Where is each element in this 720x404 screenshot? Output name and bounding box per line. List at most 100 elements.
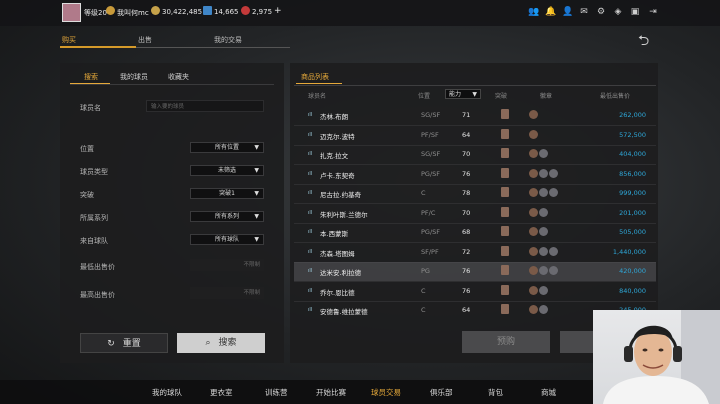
- player-name-label: 球员名: [80, 104, 101, 112]
- player-name-cell: 杰林.布朗: [320, 113, 349, 121]
- breakthrough-icon: [501, 128, 509, 139]
- mail-icon[interactable]: ✉: [579, 7, 589, 17]
- player-rating-cell: 76: [462, 267, 471, 275]
- table-row[interactable]: ıll 迈克尔.波特 PF/SF 64 572,500: [294, 126, 656, 145]
- badge-icon: [539, 266, 548, 275]
- tab-sell[interactable]: 出售: [138, 35, 152, 45]
- badge-icon: [529, 168, 538, 178]
- username: 我叫何mc: [117, 9, 149, 17]
- people-icon[interactable]: 👥: [528, 7, 539, 17]
- col-player-name: 球员名: [308, 93, 327, 100]
- player-name-cell: 安德鲁.维拉蒙德: [320, 308, 368, 316]
- group-icon[interactable]: 👤: [562, 7, 573, 17]
- gold-coin-icon: [151, 6, 160, 15]
- nav-backpack[interactable]: 背包: [488, 387, 503, 398]
- team-select-value: 所有球队: [214, 236, 239, 243]
- chevron-down-icon: ▼: [254, 167, 259, 174]
- player-rating-cell: 76: [462, 286, 471, 295]
- list-header-divider: [294, 85, 656, 86]
- breakthrough-icon: [501, 245, 509, 256]
- reset-button[interactable]: ↻ 重置: [80, 333, 168, 353]
- player-price-cell: 201,000: [619, 208, 646, 217]
- player-name-input[interactable]: 输入要的球员: [146, 100, 264, 112]
- table-row[interactable]: ıll 扎克.拉文 SG/SF 70 404,000: [294, 145, 656, 164]
- breakthrough-select[interactable]: 突破1 ▼: [190, 188, 264, 199]
- player-name-cell: 乔尔.恩比德: [320, 288, 355, 297]
- table-row[interactable]: ıll 乔尔.恩比德 C 76 840,000: [294, 282, 656, 301]
- badge-icon: [529, 305, 538, 314]
- player-name-cell: 迈克尔.波特: [320, 132, 355, 141]
- table-row[interactable]: ıll 尼古拉.约基奇 C 78 999,000: [294, 184, 656, 203]
- tab-my-players[interactable]: 我的球员: [120, 72, 148, 82]
- table-row[interactable]: ıll 达米安.利拉德 PG 76 420,000: [294, 262, 656, 281]
- nav-start-game[interactable]: 开始比赛: [316, 387, 346, 398]
- tab-my-trades[interactable]: 我的交易: [214, 35, 242, 45]
- badge-icon: [529, 129, 538, 139]
- badge-icon: [529, 227, 538, 236]
- nav-store[interactable]: 商城: [541, 387, 556, 398]
- max-price-input[interactable]: 不限制: [190, 287, 264, 299]
- mail-alt-icon[interactable]: ▣: [630, 7, 640, 17]
- player-rating-cell: 64: [462, 306, 471, 314]
- player-price-cell: 856,000: [619, 169, 646, 178]
- badge-chips: [529, 168, 559, 179]
- table-row[interactable]: ıll 朱利叶斯.兰德尔 PF/C 70 201,000: [294, 204, 656, 223]
- badge-icon: [539, 305, 548, 314]
- chevron-down-icon: ▼: [254, 213, 259, 220]
- search-button[interactable]: ⌕ 搜索: [177, 333, 265, 353]
- breakthrough-icon: [501, 265, 509, 275]
- badge-chips: [529, 149, 549, 159]
- add-currency-button[interactable]: +: [274, 6, 282, 16]
- nav-locker-room[interactable]: 更衣室: [210, 387, 233, 398]
- table-row[interactable]: ıll 卢卡.东契奇 PG/SF 76 856,000: [294, 165, 656, 184]
- red-amount: 2,975: [252, 8, 273, 16]
- signal-icon: ıll: [308, 131, 313, 138]
- table-row[interactable]: ıll 本.西蒙斯 PG/SF 68 505,000: [294, 223, 656, 242]
- position-select[interactable]: 所有位置 ▼: [190, 142, 264, 153]
- nav-player-trade[interactable]: 球员交易: [371, 387, 401, 398]
- gear-icon[interactable]: ⚙: [596, 7, 606, 17]
- player-rating-cell: 64: [462, 130, 471, 139]
- tab-favorites[interactable]: 收藏夹: [168, 72, 189, 82]
- streamer-image: [603, 310, 720, 404]
- breakthrough-icon: [501, 109, 509, 119]
- breakthrough-icon: [501, 206, 509, 217]
- player-position-cell: PG/SF: [421, 228, 441, 236]
- player-type-select[interactable]: 未筛选 ▼: [190, 165, 264, 176]
- player-price-cell: 420,000: [619, 267, 646, 275]
- col-position: 位置: [418, 93, 431, 100]
- series-select[interactable]: 所有系列 ▼: [190, 211, 264, 222]
- breakthrough-icon: [501, 284, 509, 295]
- nav-club[interactable]: 俱乐部: [430, 387, 453, 398]
- ability-sort-select[interactable]: 能力 ▼: [445, 89, 481, 99]
- exit-icon[interactable]: ⇥: [648, 7, 658, 17]
- tab-search[interactable]: 搜索: [84, 72, 98, 82]
- table-row[interactable]: ıll 杰林.布朗 SG/SF 71 262,000: [294, 106, 656, 125]
- breakthrough-icon: [501, 148, 509, 158]
- filter-label-position: 位置: [80, 145, 94, 153]
- nav-training-camp[interactable]: 训练营: [265, 387, 288, 398]
- signal-icon: ıll: [308, 151, 313, 157]
- col-badge: 徽章: [540, 93, 553, 100]
- player-price-cell: 999,000: [619, 189, 646, 197]
- back-arrow-icon[interactable]: ⮌: [638, 30, 649, 54]
- table-row[interactable]: ıll 杰森.塔图姆 SF/PF 72 1,440,000: [294, 243, 656, 262]
- player-rating-cell: 71: [462, 111, 471, 119]
- shield-icon[interactable]: ◈: [613, 7, 623, 17]
- bell-icon[interactable]: 🔔: [545, 7, 556, 17]
- badge-chips: [529, 285, 549, 296]
- min-price-input[interactable]: 不限制: [190, 259, 264, 271]
- player-name-cell: 尼古拉.约基奇: [320, 191, 362, 199]
- top-bar: 等级20 我叫何mc 30,422,485 14,665 2,975 + 👥 🔔…: [0, 0, 720, 26]
- badge-icon: [549, 266, 558, 275]
- preorder-button[interactable]: 预购: [462, 331, 550, 353]
- avatar[interactable]: [62, 3, 81, 22]
- chevron-down-icon: ▼: [472, 91, 477, 98]
- signal-icon: ıll: [308, 229, 313, 235]
- team-select[interactable]: 所有球队 ▼: [190, 234, 264, 245]
- badge-icon: [539, 246, 548, 256]
- reset-button-label: 重置: [122, 339, 141, 349]
- nav-my-team[interactable]: 我的球队: [152, 387, 182, 398]
- tab-buy[interactable]: 购买: [62, 35, 76, 45]
- player-position-cell: PG/SF: [421, 169, 441, 178]
